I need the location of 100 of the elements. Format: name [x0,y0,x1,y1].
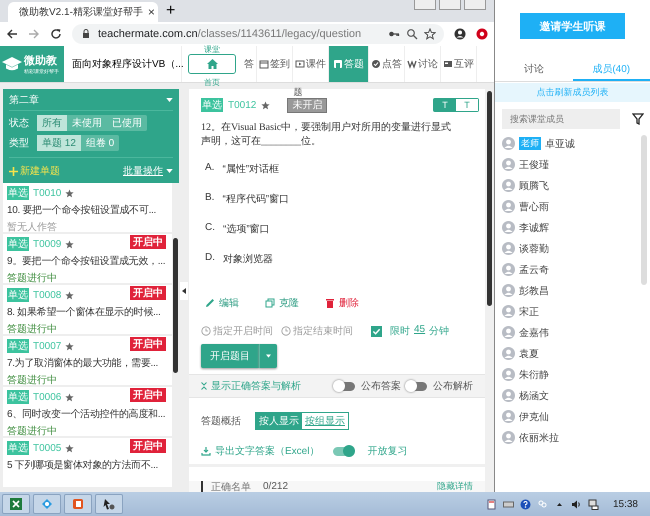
toggle-switch[interactable] [335,382,355,390]
url-text: teachermate.com.cn/classes/1143611/legacy/question [98,28,362,40]
star-icon[interactable] [65,392,74,402]
member-name: 卓亚诚 [545,138,575,150]
question-status: 答题进行中 [7,424,58,436]
clock-icon [281,326,291,336]
avatar-icon [502,326,515,339]
taskbar-app-icon[interactable] [95,494,123,514]
close-tab-button[interactable]: × [148,5,155,19]
avatar-icon [502,410,515,423]
document-icon[interactable] [486,498,497,510]
zoom-icon[interactable] [406,28,418,40]
member-item[interactable]: 孟云奇 [502,259,641,280]
toggle-switch[interactable] [407,382,427,390]
question-code: T0007 [33,340,62,352]
nav-tab[interactable]: 签到 [257,46,293,82]
filter-label: 类型 [9,136,30,150]
question-code: T0009 [33,238,62,250]
star-icon[interactable] [65,444,74,452]
member-item[interactable]: 袁夏 [502,343,641,364]
extension-icon[interactable] [476,28,488,40]
reload-icon[interactable] [50,28,62,40]
address-bar[interactable]: teachermate.com.cn/classes/1143611/legacy/question [72,24,444,44]
collapse-icon [182,288,186,294]
status-badge: 开启中 [130,439,166,453]
type-tag: 单选 [201,98,223,112]
overlay-label: 题 [293,86,302,99]
star-icon[interactable] [65,342,74,350]
chapter-title: 第二章 [9,94,39,107]
profile-icon[interactable] [454,28,466,40]
time-limit-label: 限时 45 分钟 [390,324,450,338]
member-item[interactable]: 依丽米拉 [502,427,641,448]
calendar-icon [259,59,269,69]
home-button[interactable] [188,54,236,74]
question-card[interactable]: 单选 T0010 10. 要把一个命令按钮设置成不可... 暂无人作答 [3,183,172,232]
toggle-switch[interactable] [333,446,354,456]
question-card[interactable]: 单选 T0006 开启中 6、同时改变一个活动控件的高度和... 答题进行中 [3,387,172,436]
summary-label: 答题概括 [201,414,241,428]
new-tab-button[interactable]: + [166,2,176,20]
clock-time[interactable]: 15:38 [612,498,638,510]
star-icon[interactable] [261,100,270,110]
question-title: 6、同时改变一个活动控件的高度和... [7,408,166,421]
avatar-icon [502,368,515,381]
expand-icon [201,382,207,390]
avatar-icon [502,284,515,297]
delete-button[interactable]: 删除 [325,296,359,310]
switch-label: 公布答案 [361,380,401,393]
status-badge: 开启中 [130,286,166,300]
member-item[interactable]: 金嘉伟 [502,322,641,343]
question-card[interactable]: 单选 T0008 开启中 8. 如果希望一个窗体在显示的时候... 答题进行中 [3,285,172,334]
bookmark-star-icon[interactable] [424,28,436,40]
member-item[interactable]: 宋正 [502,301,641,322]
member-item[interactable]: 伊克仙 [502,406,641,427]
member-item[interactable]: 老师 卓亚诚 [502,133,641,154]
member-item[interactable]: 曹心雨 [502,196,641,217]
filter-label: 状态 [9,116,30,130]
avatar-icon [502,179,515,192]
nav-tab[interactable]: 答 [242,46,257,82]
back-icon[interactable] [6,28,18,40]
member-name: 顾腾飞 [519,180,549,192]
help-icon[interactable] [520,498,531,510]
clock-icon [201,326,211,336]
member-item[interactable]: 杨涵文 [502,385,641,406]
question-card[interactable]: 单选 T0005 开启中 5 下列哪项是窗体对象的方法而不... [3,438,172,487]
browser-tab[interactable]: 微助教V2.1-精彩课堂好帮手 × [8,2,158,22]
question-card[interactable]: 单选 T0007 开启中 7.为了取消窗体的最大功能，需要... 答题进行中 [3,336,172,385]
member-name: 金嘉伟 [519,326,549,340]
member-name: 伊克仙 [519,410,549,424]
member-item[interactable]: 李诚辉 [502,217,641,238]
avatar-icon [502,347,515,360]
star-icon[interactable] [65,290,74,300]
type-tag: 单选 [7,288,29,302]
time-limit-checkbox[interactable] [371,326,382,336]
tab-title: 微助教V2.1-精彩课堂好帮手 [19,6,143,19]
network-icon[interactable] [588,498,599,510]
search-field[interactable]: 搜索课堂成员 [502,109,620,129]
member-item[interactable]: 王俊瑾 [502,154,641,175]
member-item[interactable]: 朱衍静 [502,364,641,385]
edit-button[interactable]: 编辑 [205,296,239,310]
star-icon[interactable] [65,240,74,248]
scrollbar[interactable] [172,183,179,492]
filter-icon[interactable] [632,113,644,125]
download-icon [201,446,211,456]
collapse-handle[interactable] [180,282,188,300]
question-card[interactable]: 单选 T0009 开启中 9。要把一个命令按钮设置成无效，... 答题进行中 [3,234,172,283]
nav-tab[interactable]: 讨论 [405,46,441,82]
member-item[interactable]: 顾腾飞 [502,175,641,196]
member-item[interactable]: 彭教昌 [502,280,641,301]
member-name: 李诚辉 [519,222,549,234]
star-icon[interactable] [65,188,74,198]
nav-tab[interactable]: 课件 [293,46,329,82]
avatar-icon [502,389,515,402]
volume-icon[interactable] [570,498,582,510]
nav-tab[interactable]: 互评 [441,46,477,82]
taskbar-app-icon[interactable] [2,494,30,514]
member-name: 袁夏 [519,348,539,360]
member-item[interactable]: 谈蓉勤 [502,238,641,259]
clone-button[interactable]: 克隆 [265,296,299,310]
keyboard-icon[interactable] [502,498,514,510]
nav-tab[interactable]: 点答 [369,46,405,82]
